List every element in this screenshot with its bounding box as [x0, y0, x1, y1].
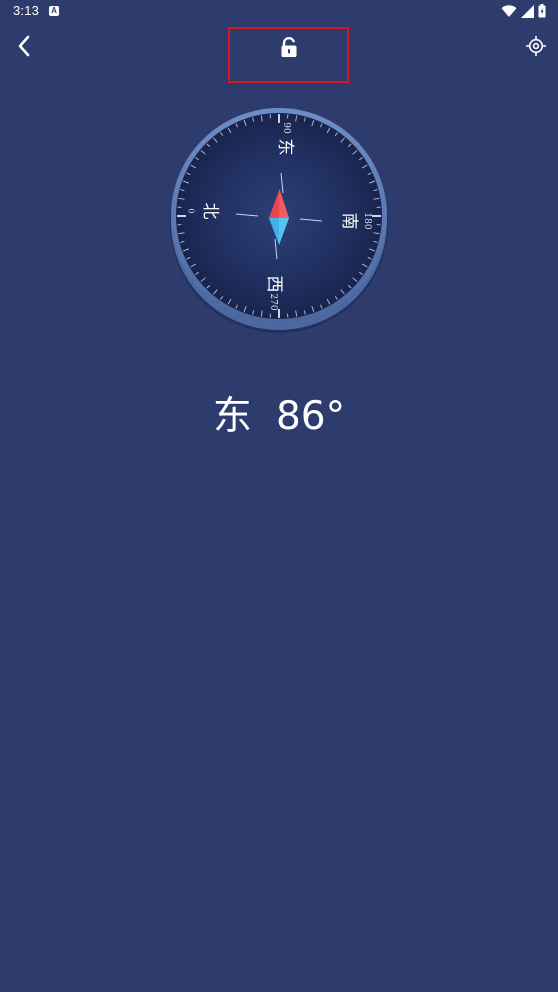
degree-label-east: 90	[281, 122, 291, 134]
wifi-icon	[501, 4, 517, 18]
degree-label-south: 180	[362, 212, 372, 229]
compass-dial: 东 北 南 西 90 0 180 270	[162, 103, 396, 343]
locate-button[interactable]	[524, 34, 548, 58]
direction-label-north: 北	[200, 203, 220, 220]
unlocked-padlock-icon	[281, 37, 296, 57]
status-time: 3:13	[13, 3, 40, 18]
battery-icon	[538, 4, 546, 18]
top-toolbar	[0, 24, 558, 83]
notification-icon: A	[49, 6, 59, 16]
heading-direction: 东	[212, 394, 252, 439]
lock-toggle-button[interactable]	[228, 27, 349, 83]
direction-label-east: 东	[275, 139, 295, 156]
chevron-left-icon	[18, 35, 30, 57]
heading-degrees: 86°	[275, 394, 346, 439]
degree-label-west: 270	[268, 293, 278, 310]
crosshair-target-icon	[526, 36, 546, 56]
direction-label-west: 西	[264, 276, 284, 293]
status-icons	[501, 4, 546, 18]
heading-readout: 东 86°	[0, 385, 558, 441]
degree-label-north: 0	[187, 208, 196, 213]
back-button[interactable]	[10, 32, 38, 60]
signal-icon	[521, 4, 534, 18]
direction-label-south: 南	[339, 213, 359, 230]
status-bar: 3:13 A	[0, 0, 558, 24]
